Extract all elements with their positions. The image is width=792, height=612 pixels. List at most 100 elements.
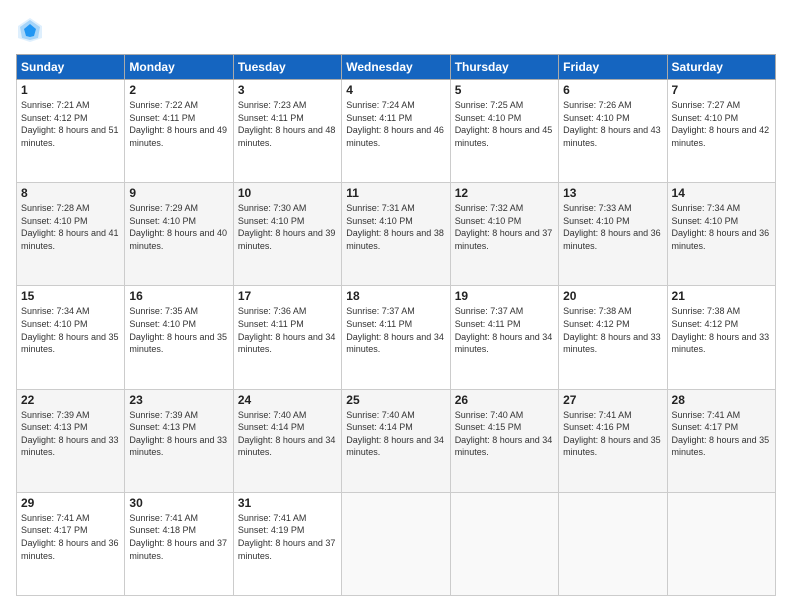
day-info: Sunrise: 7:27 AMSunset: 4:10 PMDaylight:… [672,100,770,148]
day-header-monday: Monday [125,55,233,80]
day-cell-9: 9 Sunrise: 7:29 AMSunset: 4:10 PMDayligh… [125,183,233,286]
day-cell-2: 2 Sunrise: 7:22 AMSunset: 4:11 PMDayligh… [125,80,233,183]
day-number: 21 [672,289,771,303]
empty-cell [667,492,775,595]
day-cell-16: 16 Sunrise: 7:35 AMSunset: 4:10 PMDaylig… [125,286,233,389]
day-cell-23: 23 Sunrise: 7:39 AMSunset: 4:13 PMDaylig… [125,389,233,492]
day-cell-29: 29 Sunrise: 7:41 AMSunset: 4:17 PMDaylig… [17,492,125,595]
week-row-2: 8 Sunrise: 7:28 AMSunset: 4:10 PMDayligh… [17,183,776,286]
day-info: Sunrise: 7:38 AMSunset: 4:12 PMDaylight:… [672,306,770,354]
day-number: 15 [21,289,120,303]
empty-cell [342,492,450,595]
day-cell-3: 3 Sunrise: 7:23 AMSunset: 4:11 PMDayligh… [233,80,341,183]
day-cell-8: 8 Sunrise: 7:28 AMSunset: 4:10 PMDayligh… [17,183,125,286]
week-row-1: 1 Sunrise: 7:21 AMSunset: 4:12 PMDayligh… [17,80,776,183]
day-info: Sunrise: 7:26 AMSunset: 4:10 PMDaylight:… [563,100,661,148]
day-info: Sunrise: 7:34 AMSunset: 4:10 PMDaylight:… [21,306,119,354]
day-number: 22 [21,393,120,407]
day-number: 25 [346,393,445,407]
week-row-3: 15 Sunrise: 7:34 AMSunset: 4:10 PMDaylig… [17,286,776,389]
day-cell-17: 17 Sunrise: 7:36 AMSunset: 4:11 PMDaylig… [233,286,341,389]
day-info: Sunrise: 7:22 AMSunset: 4:11 PMDaylight:… [129,100,227,148]
day-number: 4 [346,83,445,97]
day-number: 27 [563,393,662,407]
day-number: 5 [455,83,554,97]
day-cell-22: 22 Sunrise: 7:39 AMSunset: 4:13 PMDaylig… [17,389,125,492]
day-number: 28 [672,393,771,407]
day-cell-11: 11 Sunrise: 7:31 AMSunset: 4:10 PMDaylig… [342,183,450,286]
day-info: Sunrise: 7:40 AMSunset: 4:14 PMDaylight:… [346,410,444,458]
day-info: Sunrise: 7:24 AMSunset: 4:11 PMDaylight:… [346,100,444,148]
day-number: 11 [346,186,445,200]
day-number: 12 [455,186,554,200]
day-number: 2 [129,83,228,97]
days-header-row: SundayMondayTuesdayWednesdayThursdayFrid… [17,55,776,80]
day-header-sunday: Sunday [17,55,125,80]
day-number: 26 [455,393,554,407]
day-header-wednesday: Wednesday [342,55,450,80]
day-info: Sunrise: 7:29 AMSunset: 4:10 PMDaylight:… [129,203,227,251]
day-number: 8 [21,186,120,200]
day-info: Sunrise: 7:34 AMSunset: 4:10 PMDaylight:… [672,203,770,251]
day-cell-31: 31 Sunrise: 7:41 AMSunset: 4:19 PMDaylig… [233,492,341,595]
day-number: 29 [21,496,120,510]
day-number: 6 [563,83,662,97]
day-cell-25: 25 Sunrise: 7:40 AMSunset: 4:14 PMDaylig… [342,389,450,492]
day-number: 3 [238,83,337,97]
day-cell-14: 14 Sunrise: 7:34 AMSunset: 4:10 PMDaylig… [667,183,775,286]
day-info: Sunrise: 7:41 AMSunset: 4:18 PMDaylight:… [129,513,227,561]
day-header-saturday: Saturday [667,55,775,80]
day-cell-27: 27 Sunrise: 7:41 AMSunset: 4:16 PMDaylig… [559,389,667,492]
day-cell-20: 20 Sunrise: 7:38 AMSunset: 4:12 PMDaylig… [559,286,667,389]
day-info: Sunrise: 7:32 AMSunset: 4:10 PMDaylight:… [455,203,553,251]
day-cell-10: 10 Sunrise: 7:30 AMSunset: 4:10 PMDaylig… [233,183,341,286]
day-info: Sunrise: 7:41 AMSunset: 4:19 PMDaylight:… [238,513,336,561]
day-number: 19 [455,289,554,303]
day-cell-1: 1 Sunrise: 7:21 AMSunset: 4:12 PMDayligh… [17,80,125,183]
day-cell-18: 18 Sunrise: 7:37 AMSunset: 4:11 PMDaylig… [342,286,450,389]
day-cell-28: 28 Sunrise: 7:41 AMSunset: 4:17 PMDaylig… [667,389,775,492]
day-info: Sunrise: 7:23 AMSunset: 4:11 PMDaylight:… [238,100,336,148]
day-number: 30 [129,496,228,510]
day-number: 18 [346,289,445,303]
day-cell-15: 15 Sunrise: 7:34 AMSunset: 4:10 PMDaylig… [17,286,125,389]
day-header-tuesday: Tuesday [233,55,341,80]
day-cell-30: 30 Sunrise: 7:41 AMSunset: 4:18 PMDaylig… [125,492,233,595]
day-info: Sunrise: 7:21 AMSunset: 4:12 PMDaylight:… [21,100,119,148]
day-number: 17 [238,289,337,303]
day-cell-21: 21 Sunrise: 7:38 AMSunset: 4:12 PMDaylig… [667,286,775,389]
day-number: 14 [672,186,771,200]
day-cell-4: 4 Sunrise: 7:24 AMSunset: 4:11 PMDayligh… [342,80,450,183]
day-number: 16 [129,289,228,303]
day-info: Sunrise: 7:40 AMSunset: 4:15 PMDaylight:… [455,410,553,458]
day-info: Sunrise: 7:41 AMSunset: 4:17 PMDaylight:… [672,410,770,458]
day-info: Sunrise: 7:33 AMSunset: 4:10 PMDaylight:… [563,203,661,251]
logo [16,16,48,44]
day-number: 7 [672,83,771,97]
day-cell-5: 5 Sunrise: 7:25 AMSunset: 4:10 PMDayligh… [450,80,558,183]
day-info: Sunrise: 7:25 AMSunset: 4:10 PMDaylight:… [455,100,553,148]
empty-cell [450,492,558,595]
day-cell-6: 6 Sunrise: 7:26 AMSunset: 4:10 PMDayligh… [559,80,667,183]
day-number: 24 [238,393,337,407]
day-number: 23 [129,393,228,407]
day-number: 10 [238,186,337,200]
day-header-thursday: Thursday [450,55,558,80]
day-info: Sunrise: 7:38 AMSunset: 4:12 PMDaylight:… [563,306,661,354]
week-row-4: 22 Sunrise: 7:39 AMSunset: 4:13 PMDaylig… [17,389,776,492]
day-header-friday: Friday [559,55,667,80]
day-info: Sunrise: 7:31 AMSunset: 4:10 PMDaylight:… [346,203,444,251]
day-number: 1 [21,83,120,97]
day-number: 20 [563,289,662,303]
header [16,16,776,44]
day-info: Sunrise: 7:35 AMSunset: 4:10 PMDaylight:… [129,306,227,354]
week-row-5: 29 Sunrise: 7:41 AMSunset: 4:17 PMDaylig… [17,492,776,595]
day-info: Sunrise: 7:41 AMSunset: 4:17 PMDaylight:… [21,513,119,561]
day-info: Sunrise: 7:39 AMSunset: 4:13 PMDaylight:… [129,410,227,458]
empty-cell [559,492,667,595]
day-info: Sunrise: 7:36 AMSunset: 4:11 PMDaylight:… [238,306,336,354]
day-info: Sunrise: 7:39 AMSunset: 4:13 PMDaylight:… [21,410,119,458]
day-number: 31 [238,496,337,510]
day-number: 9 [129,186,228,200]
day-cell-19: 19 Sunrise: 7:37 AMSunset: 4:11 PMDaylig… [450,286,558,389]
